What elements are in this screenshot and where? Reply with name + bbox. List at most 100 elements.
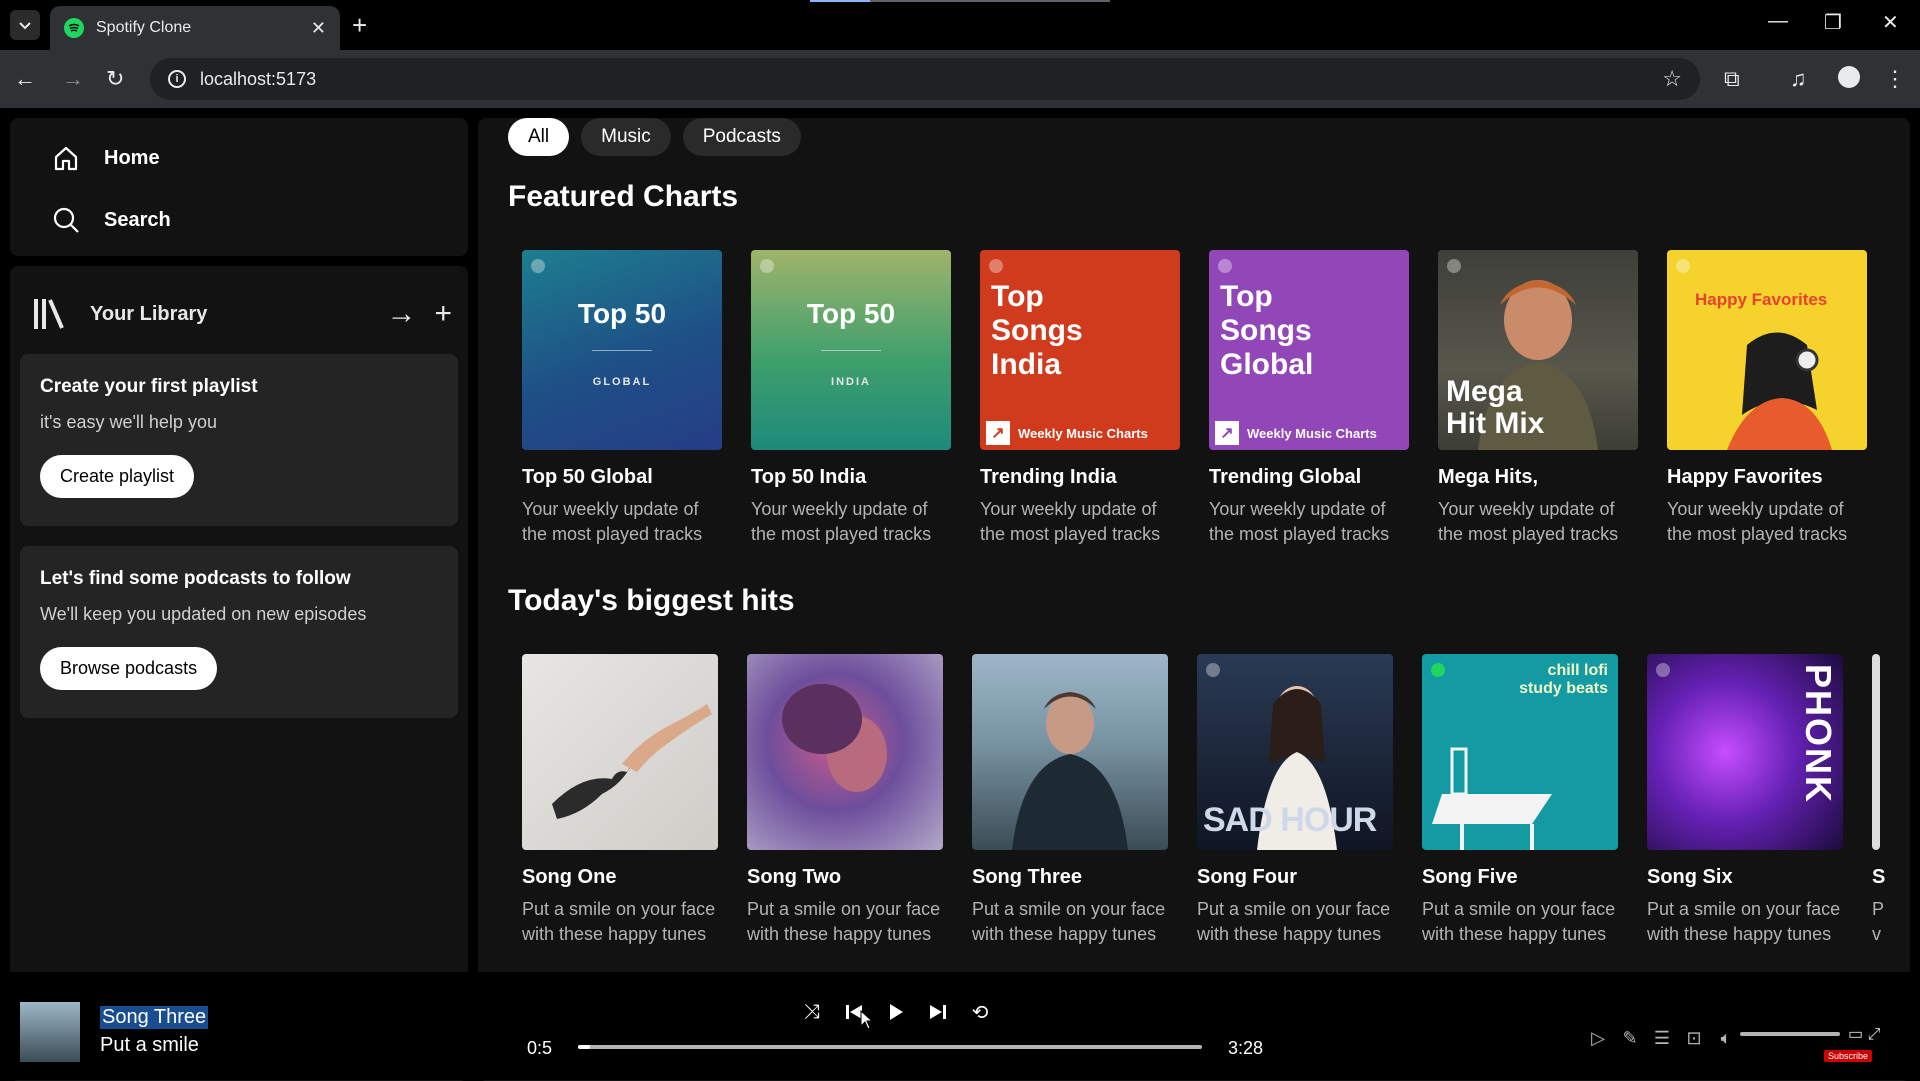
seek-bar[interactable] xyxy=(578,1045,1202,1049)
create-playlist-button[interactable]: Create playlist xyxy=(40,455,195,498)
media-controls-icon[interactable]: ♫ xyxy=(1790,66,1807,92)
play-icon[interactable] xyxy=(884,1000,908,1024)
hits-row: Song One Put a smile on your face with t… xyxy=(522,654,1910,947)
reload-icon[interactable]: ↻ xyxy=(106,66,124,92)
extra-controls: ▷ ✎ ☰ ⊡ 🔈︎ xyxy=(1588,1028,1736,1049)
hit-card-partial[interactable]: S P v xyxy=(1872,654,1910,947)
now-playing-cover[interactable] xyxy=(20,1002,80,1062)
now-playing-artist: Put a smile xyxy=(100,1034,199,1056)
repeat-icon[interactable]: ⟲ xyxy=(968,1000,992,1024)
trend-arrow-icon: ↗ xyxy=(986,421,1010,445)
hit-card[interactable]: Song Three Put a smile on your face with… xyxy=(972,654,1168,947)
cover-title: Top Songs India xyxy=(991,280,1083,381)
cover-subtitle: GLOBAL xyxy=(592,376,652,388)
arrow-right-icon[interactable]: → xyxy=(386,299,416,329)
card-title: Trending Global xyxy=(1209,466,1362,488)
hit-card[interactable]: Song One Put a smile on your face with t… xyxy=(522,654,718,947)
browse-podcasts-button[interactable]: Browse podcasts xyxy=(40,647,218,690)
cover-art: Happy Favorites xyxy=(1667,250,1867,450)
sidebar-library: Your Library → + Create your first playl… xyxy=(10,266,468,1081)
card-title: Top 50 Global xyxy=(522,466,653,488)
close-window-icon[interactable]: ✕ xyxy=(1882,10,1899,35)
cover-art xyxy=(522,654,718,850)
divider xyxy=(821,350,881,351)
minimize-icon[interactable]: — xyxy=(1768,10,1788,33)
chip-all[interactable]: All xyxy=(508,118,570,156)
address-bar[interactable]: i localhost:5173 ☆ xyxy=(150,58,1700,100)
podcast-card-subtitle: We'll keep you updated on new episodes xyxy=(40,604,367,624)
forward-icon[interactable]: → xyxy=(62,66,84,92)
podcast-card-title: Let's find some podcasts to follow xyxy=(40,568,351,589)
loading-bar xyxy=(810,0,1110,2)
filter-chips: All Music Podcasts xyxy=(508,118,801,156)
browser-tab[interactable]: Spotify Clone ✕ xyxy=(50,6,340,50)
playback-controls: ⤨ ⟲ xyxy=(800,1000,992,1024)
spotify-logo-icon xyxy=(1656,663,1670,677)
cover-subtitle: INDIA xyxy=(831,376,871,388)
chip-music[interactable]: Music xyxy=(581,118,671,156)
profile-avatar-icon[interactable] xyxy=(1838,66,1860,88)
featured-card[interactable]: Top 50 INDIA Top 50 India Your weekly up… xyxy=(751,250,951,547)
miniplayer-icon[interactable]: ▭ ⤢ xyxy=(1848,1024,1880,1044)
now-playing-view-icon[interactable]: ▷ xyxy=(1588,1028,1608,1049)
spotify-favicon-icon xyxy=(64,18,84,38)
spotify-logo-icon xyxy=(1218,259,1232,273)
card-desc: P v xyxy=(1872,899,1884,944)
sidebar-item-home[interactable]: Home xyxy=(50,142,160,174)
browse-podcasts-card: Let's find some podcasts to follow We'll… xyxy=(20,546,458,718)
subscribe-badge[interactable]: Subscribe xyxy=(1824,1050,1873,1062)
cover-badge: ↗ Weekly Music Charts xyxy=(980,416,1180,450)
artist-photo xyxy=(1727,332,1832,450)
cover-art: Top Songs Global ↗ Weekly Music Charts xyxy=(1209,250,1409,450)
spotify-logo-icon xyxy=(989,259,1003,273)
plus-icon[interactable]: + xyxy=(434,299,452,329)
now-playing-title[interactable]: Song Three xyxy=(100,1006,209,1029)
featured-card[interactable]: Happy Favorites Happy Favorites Your wee… xyxy=(1667,250,1867,547)
new-tab-button[interactable]: + xyxy=(352,12,367,38)
tab-close-icon[interactable]: ✕ xyxy=(311,18,326,39)
hit-card[interactable]: PHONK Song Six Put a smile on your face … xyxy=(1647,654,1843,947)
cover-art: Mega Hit Mix xyxy=(1438,250,1638,450)
back-icon[interactable]: ← xyxy=(14,66,36,92)
tab-search-button[interactable] xyxy=(10,10,40,40)
card-title: Trending India xyxy=(980,466,1117,488)
queue-icon[interactable]: ☰ xyxy=(1652,1028,1672,1049)
sidebar-item-search[interactable]: Search xyxy=(50,204,171,236)
lyrics-icon[interactable]: ✎ xyxy=(1620,1028,1640,1049)
menu-icon[interactable]: ⋮ xyxy=(1884,66,1906,92)
cover-badge: ↗ Weekly Music Charts xyxy=(1209,416,1409,450)
cover-art xyxy=(747,654,943,850)
volume-slider[interactable] xyxy=(1740,1032,1840,1036)
library-title[interactable]: Your Library xyxy=(90,303,368,326)
create-playlist-card: Create your first playlist it's easy we'… xyxy=(20,354,458,526)
card-desc: Your weekly update of the most played tr… xyxy=(1209,499,1390,544)
portrait-artwork xyxy=(1012,692,1128,850)
extensions-icon[interactable]: ⧉ xyxy=(1724,66,1740,92)
site-info-icon[interactable]: i xyxy=(168,70,186,88)
card-title: Song Five xyxy=(1422,866,1518,888)
shuffle-icon[interactable]: ⤨ xyxy=(800,1000,824,1024)
featured-card[interactable]: Top Songs Global ↗ Weekly Music Charts T… xyxy=(1209,250,1409,547)
connect-device-icon[interactable]: ⊡ xyxy=(1684,1028,1704,1049)
restore-icon[interactable]: ❐ xyxy=(1824,10,1842,35)
featured-card[interactable]: Top Songs India ↗ Weekly Music Charts Tr… xyxy=(980,250,1180,547)
cover-art: PHONK xyxy=(1647,654,1843,850)
library-icon[interactable] xyxy=(32,296,68,332)
playlist-card-subtitle: it's easy we'll help you xyxy=(40,412,217,432)
cover-art: Top Songs India ↗ Weekly Music Charts xyxy=(980,250,1180,450)
volume-icon[interactable]: 🔈︎ xyxy=(1716,1028,1736,1049)
next-icon[interactable] xyxy=(926,1000,950,1024)
url-text: localhost:5173 xyxy=(200,68,317,89)
featured-card[interactable]: Mega Hit Mix Mega Hits, Your weekly upda… xyxy=(1438,250,1638,547)
card-title: Song Four xyxy=(1197,866,1297,888)
cover-art xyxy=(972,654,1168,850)
card-desc: Put a smile on your face with these happ… xyxy=(1422,899,1616,944)
hit-card[interactable]: Song Two Put a smile on your face with t… xyxy=(747,654,943,947)
chip-podcasts[interactable]: Podcasts xyxy=(682,118,801,156)
bookmark-star-icon[interactable]: ☆ xyxy=(1662,66,1682,92)
spotify-logo-icon xyxy=(531,259,545,273)
hit-card[interactable]: SAD HOUR Song Four Put a smile on your f… xyxy=(1197,654,1393,947)
featured-card[interactable]: Top 50 GLOBAL Top 50 Global Your weekly … xyxy=(522,250,722,547)
card-title: Song Two xyxy=(747,866,842,888)
hit-card[interactable]: chill lofi study beats Song Five Put a s… xyxy=(1422,654,1618,947)
